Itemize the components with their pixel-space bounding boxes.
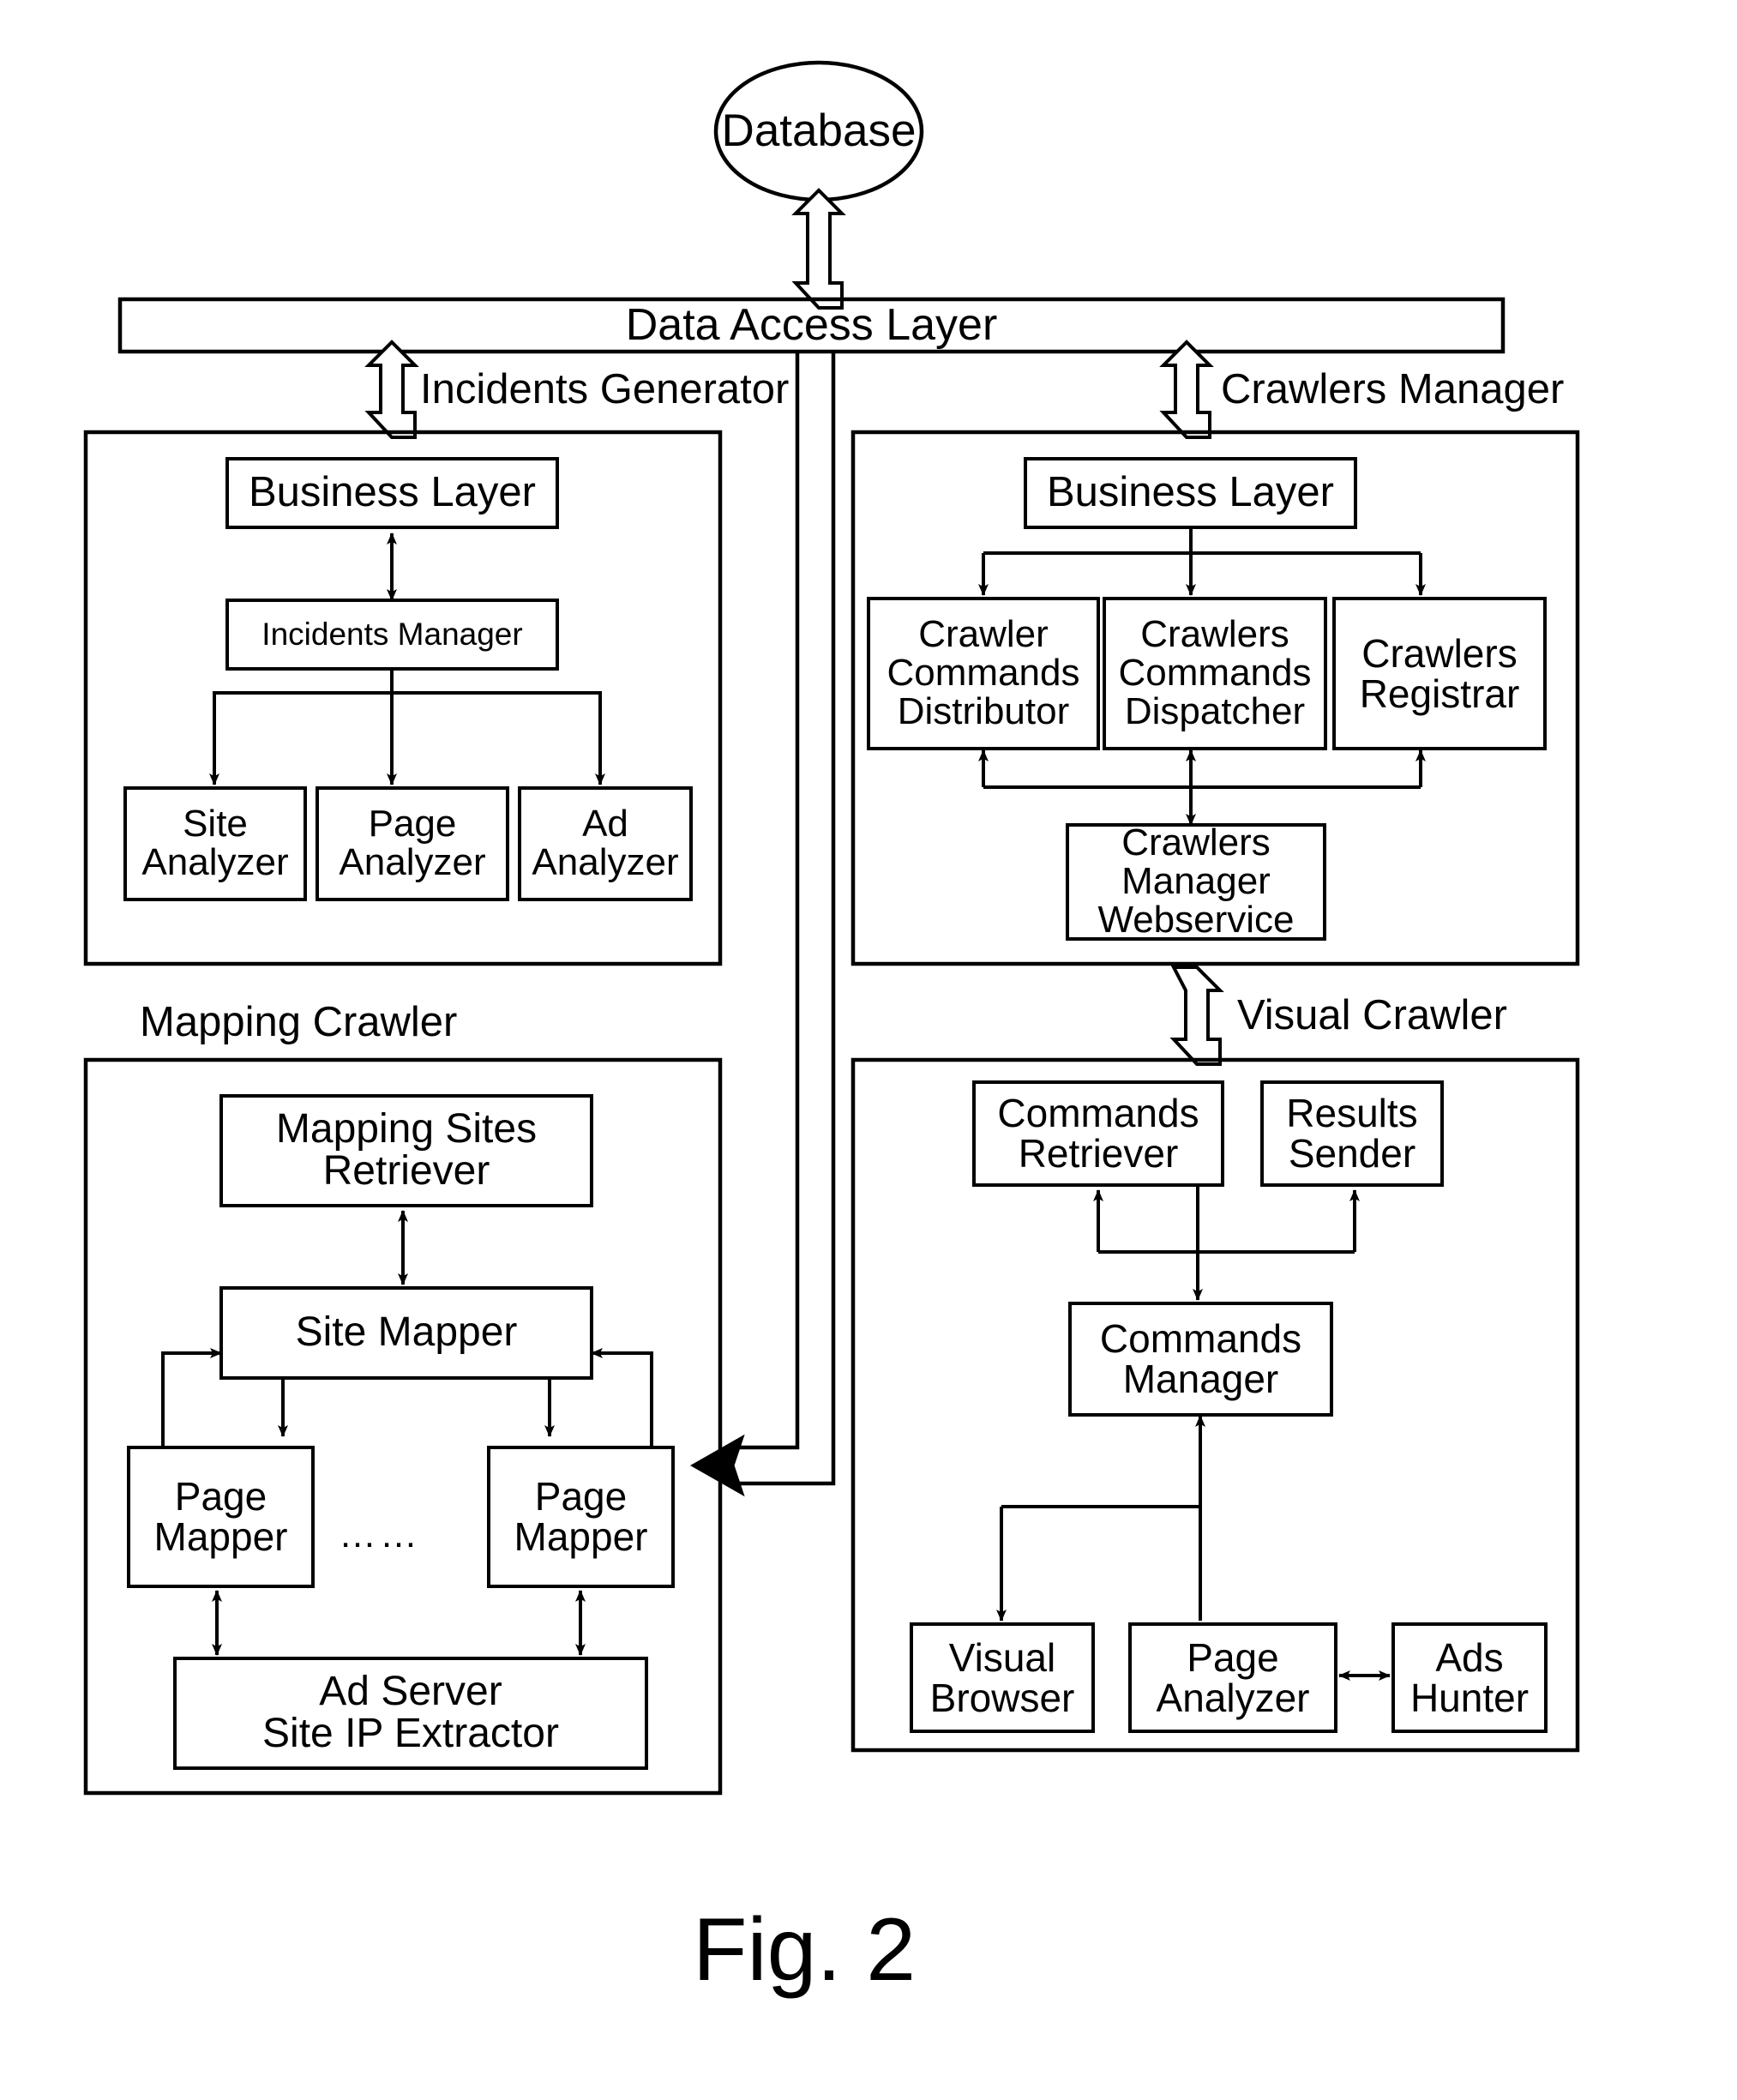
connector-label-crawlers-manager: Crawlers Manager (1221, 366, 1565, 412)
arrows-cm-row-to-webservice (978, 749, 1426, 826)
arrows-vc-cm-to-top-row (1093, 1185, 1360, 1301)
arrows-mc-sitemapper-to-pagemappers (278, 1378, 555, 1437)
arrows-vc-bottom-to-commands-manager (996, 1415, 1205, 1622)
node-cm-crawler-commands-distributor (867, 597, 1100, 750)
panel-incidents-generator (83, 430, 723, 966)
data-access-layer-node (117, 297, 1506, 354)
connector-cm-to-visual-crawler (1169, 966, 1224, 1066)
node-ig-business-layer (225, 457, 559, 529)
node-vc-ads-hunter (1391, 1622, 1548, 1733)
panel-visual-crawler (850, 1057, 1580, 1753)
connector-dal-to-incidents-generator (364, 340, 419, 439)
connector-dal-to-mapping-crawler (689, 352, 836, 1497)
node-mc-page-mapper-left (127, 1446, 315, 1588)
node-mc-site-mapper (219, 1286, 593, 1380)
node-vc-commands-retriever (972, 1080, 1224, 1187)
diagram-svg (83, 60, 1580, 1796)
connector-dal-to-crawlers-manager (1159, 340, 1214, 439)
mapping-crawler-ellipsis: …… (339, 1513, 421, 1555)
connector-database-to-dal (791, 188, 846, 310)
arrows-mc-pagemappers-to-sitemapper (161, 1348, 653, 1447)
node-ig-ad-analyzer (518, 786, 693, 901)
connector-label-visual-crawler: Visual Crawler (1237, 992, 1507, 1038)
arrows-mc-pagemappers-to-adserver (212, 1590, 586, 1656)
node-mc-ad-server-site-ip-extractor (173, 1657, 648, 1770)
node-ig-page-analyzer (316, 786, 509, 901)
node-cm-business-layer (1024, 457, 1357, 529)
node-vc-page-analyzer (1128, 1622, 1337, 1733)
connector-label-mapping-crawler: Mapping Crawler (140, 999, 458, 1045)
node-ig-site-analyzer (123, 786, 307, 901)
node-cm-crawlers-manager-webservice (1066, 823, 1326, 941)
node-vc-commands-manager (1068, 1302, 1333, 1417)
connector-label-incidents-generator: Incidents Generator (420, 366, 790, 412)
arrows-ig-manager-to-analyzers (209, 669, 605, 785)
arrows-cm-bl-to-row (978, 527, 1426, 596)
node-vc-results-sender (1260, 1080, 1444, 1187)
node-cm-crawlers-registrar (1332, 597, 1547, 750)
panel-crawlers-manager (850, 430, 1580, 966)
node-cm-crawlers-commands-dispatcher (1103, 597, 1327, 750)
node-vc-visual-browser (910, 1622, 1095, 1733)
database-node (713, 60, 924, 202)
node-ig-incidents-manager (225, 599, 559, 671)
figure-caption: Fig. 2 (693, 1900, 917, 2000)
node-mc-page-mapper-right (487, 1446, 675, 1588)
figure-canvas: Database Data Access Layer Incidents Gen… (0, 0, 1737, 2100)
node-mc-mapping-sites-retriever (219, 1094, 593, 1207)
panel-mapping-crawler (83, 1057, 723, 1796)
